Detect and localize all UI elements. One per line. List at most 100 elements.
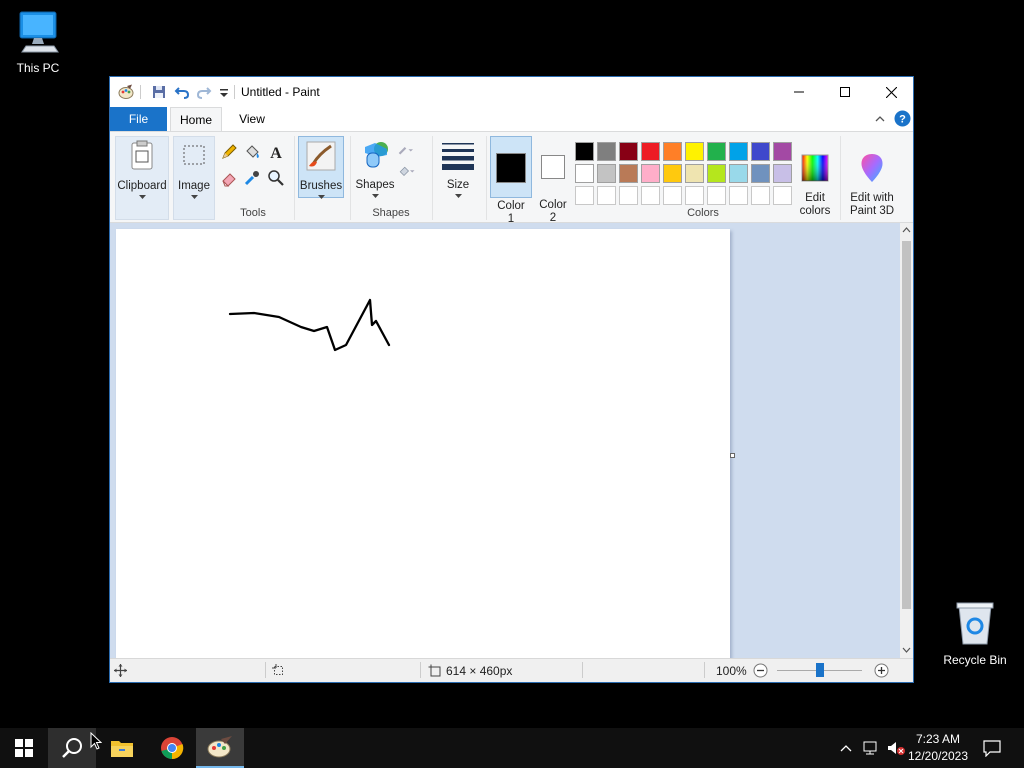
palette-custom-slot[interactable]	[685, 186, 704, 205]
edit-with-paint3d-button[interactable]: Edit with Paint 3D	[844, 136, 900, 217]
color-picker-icon[interactable]	[243, 169, 261, 187]
palette-color-swatch[interactable]	[663, 164, 682, 183]
color1-button[interactable]: Color 1	[490, 136, 532, 225]
recycle-bin-icon	[956, 602, 994, 645]
palette-custom-slot[interactable]	[663, 186, 682, 205]
fill-style-icon[interactable]	[398, 162, 416, 180]
canvas-workspace	[110, 223, 900, 658]
brushes-label: Brushes	[299, 180, 343, 192]
clock-date[interactable]: 12/20/2023	[906, 749, 970, 763]
customize-toolbar-icon[interactable]	[216, 84, 232, 100]
magnifier-icon[interactable]	[267, 169, 285, 187]
palette-color-swatch[interactable]	[597, 164, 616, 183]
paint-app-icon[interactable]	[118, 84, 134, 100]
tab-home[interactable]: Home	[170, 107, 222, 131]
help-icon[interactable]: ?	[894, 110, 911, 127]
brushes-button[interactable]: Brushes	[298, 136, 344, 199]
shapes-group-label: Shapes	[372, 207, 410, 219]
palette-color-swatch[interactable]	[751, 164, 770, 183]
chrome-button[interactable]	[148, 728, 196, 768]
palette-color-swatch[interactable]	[685, 142, 704, 161]
palette-custom-slot[interactable]	[773, 186, 792, 205]
scroll-up-icon[interactable]	[902, 226, 911, 235]
vertical-scrollbar[interactable]	[900, 223, 913, 658]
palette-color-swatch[interactable]	[773, 164, 792, 183]
svg-text:A: A	[270, 145, 282, 161]
minimize-button[interactable]	[776, 77, 822, 107]
color1-swatch	[496, 153, 526, 183]
palette-custom-slot[interactable]	[597, 186, 616, 205]
size-button[interactable]: Size	[438, 136, 478, 198]
close-button[interactable]	[868, 77, 914, 107]
redo-icon[interactable]	[196, 84, 212, 100]
palette-color-swatch[interactable]	[641, 142, 660, 161]
maximize-button[interactable]	[822, 77, 868, 107]
select-icon	[183, 145, 205, 165]
image-button[interactable]: Image	[173, 136, 215, 220]
tab-view[interactable]: View	[228, 107, 276, 131]
palette-color-swatch[interactable]	[751, 142, 770, 161]
palette-custom-slot[interactable]	[751, 186, 770, 205]
palette-color-swatch[interactable]	[663, 142, 682, 161]
recycle-bin-label: Recycle Bin	[943, 653, 1007, 667]
ribbon-tabs: File Home View ?	[110, 107, 913, 131]
palette-color-swatch[interactable]	[707, 164, 726, 183]
color-spectrum-icon	[801, 154, 829, 182]
canvas-resize-handle[interactable]	[730, 453, 735, 458]
color2-button[interactable]: Color 2	[534, 136, 572, 224]
group-separator	[840, 136, 841, 220]
palette-color-swatch[interactable]	[575, 142, 594, 161]
clipboard-icon	[131, 140, 153, 170]
network-icon[interactable]	[862, 740, 880, 756]
recycle-bin-desktop-icon[interactable]: Recycle Bin	[937, 600, 1013, 667]
selection-size-icon	[272, 664, 283, 675]
scroll-down-icon[interactable]	[902, 645, 911, 654]
palette-custom-slot[interactable]	[575, 186, 594, 205]
show-hidden-icons-icon[interactable]	[839, 742, 853, 754]
palette-color-swatch[interactable]	[641, 164, 660, 183]
palette-color-swatch[interactable]	[619, 164, 638, 183]
clipboard-button[interactable]: Clipboard	[115, 136, 169, 220]
pencil-icon[interactable]	[220, 143, 238, 161]
fill-icon[interactable]	[243, 143, 261, 161]
paint-icon	[207, 736, 232, 758]
start-button[interactable]	[0, 728, 48, 768]
search-button[interactable]	[48, 728, 96, 768]
canvas-size-icon	[428, 664, 441, 677]
collapse-ribbon-icon[interactable]	[874, 113, 886, 125]
scrollbar-thumb[interactable]	[902, 241, 911, 609]
palette-custom-slot[interactable]	[641, 186, 660, 205]
eraser-icon[interactable]	[220, 169, 238, 187]
this-pc-desktop-icon[interactable]: This PC	[0, 10, 76, 75]
save-icon[interactable]	[151, 84, 167, 100]
zoom-in-icon[interactable]	[874, 663, 889, 678]
palette-custom-slot[interactable]	[707, 186, 726, 205]
drawing-canvas[interactable]	[116, 229, 730, 658]
palette-custom-slot[interactable]	[619, 186, 638, 205]
undo-icon[interactable]	[174, 84, 190, 100]
canvas-drawing	[228, 298, 391, 352]
palette-color-swatch[interactable]	[575, 164, 594, 183]
zoom-out-icon[interactable]	[753, 663, 768, 678]
palette-color-swatch[interactable]	[597, 142, 616, 161]
palette-custom-slot[interactable]	[729, 186, 748, 205]
clock-time[interactable]: 7:23 AM	[906, 732, 970, 746]
group-separator	[432, 136, 433, 220]
outline-icon[interactable]	[398, 141, 416, 159]
palette-color-swatch[interactable]	[619, 142, 638, 161]
notifications-icon[interactable]	[983, 739, 1001, 757]
zoom-slider-thumb[interactable]	[815, 663, 824, 677]
file-explorer-button[interactable]	[98, 728, 146, 768]
shapes-button[interactable]: Shapes	[355, 136, 395, 198]
paint-taskbar-button[interactable]	[196, 728, 244, 768]
palette-color-swatch[interactable]	[729, 164, 748, 183]
tab-file[interactable]: File	[110, 107, 167, 131]
text-icon[interactable]: A	[267, 143, 285, 161]
palette-color-swatch[interactable]	[773, 142, 792, 161]
palette-color-swatch[interactable]	[685, 164, 704, 183]
edit-colors-button[interactable]: Edit colors	[794, 136, 836, 217]
volume-muted-icon[interactable]	[886, 740, 906, 756]
palette-color-swatch[interactable]	[707, 142, 726, 161]
palette-color-swatch[interactable]	[729, 142, 748, 161]
image-label: Image	[178, 180, 210, 192]
